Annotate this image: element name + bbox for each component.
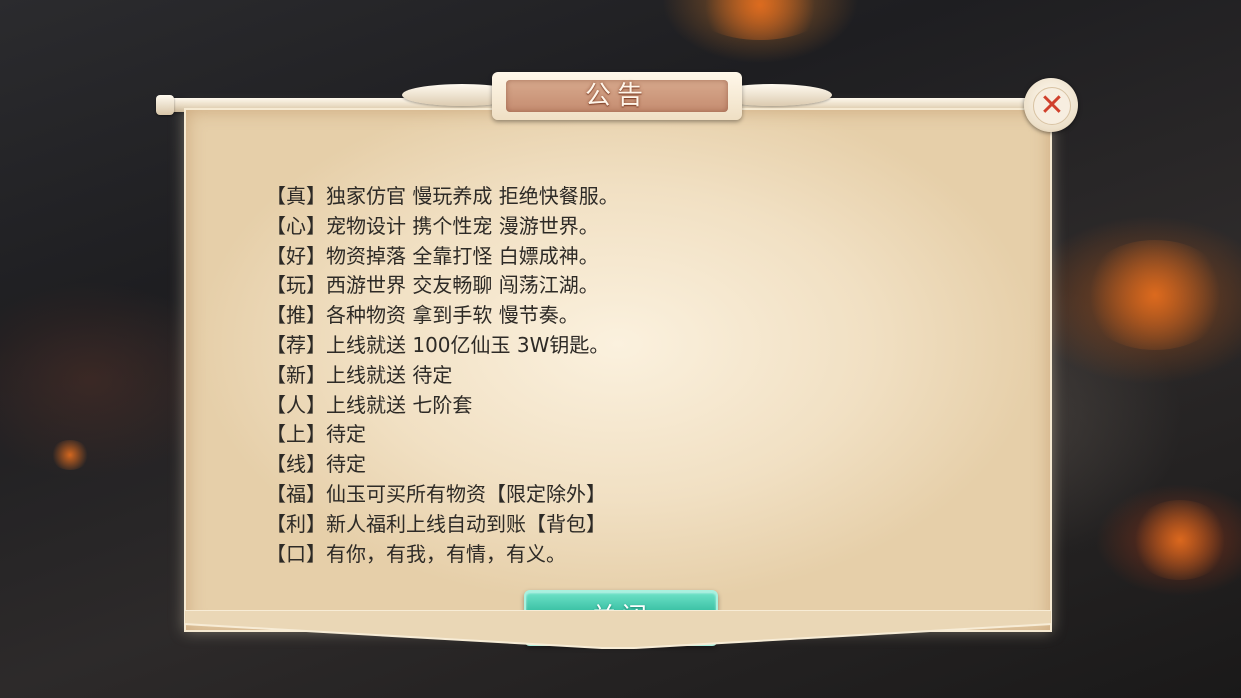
notice-line: 【新】上线就送 待定: [266, 362, 453, 387]
scroll-bottom-edge: [184, 610, 1052, 649]
notice-line: 【好】物资掉落 全靠打怪 白嫖成神。: [266, 243, 599, 268]
notice-line: 【推】各种物资 拿到手软 慢节奏。: [266, 303, 579, 328]
announcement-dialog: 【真】独家仿官 慢玩养成 拒绝快餐服。 【心】宠物设计 携个性宠 漫游世界。 【…: [156, 70, 1078, 650]
dialog-title: 公告: [584, 81, 649, 111]
notice-line: 【荐】上线就送 100亿仙玉 3W钥匙。: [266, 332, 610, 357]
scroll-rod-end-left: [156, 95, 174, 115]
game-scene-background: 【真】独家仿官 慢玩养成 拒绝快餐服。 【心】宠物设计 携个性宠 漫游世界。 【…: [0, 0, 1241, 698]
notice-line: 【真】独家仿官 慢玩养成 拒绝快餐服。: [266, 184, 619, 208]
notice-line: 【福】仙玉可买所有物资【限定除外】: [266, 481, 606, 506]
notice-line: 【利】新人福利上线自动到账【背包】: [266, 511, 606, 536]
title-frame: 公告: [492, 72, 742, 120]
close-x-button[interactable]: ✕: [1024, 78, 1078, 132]
notice-line: 【口】有你，有我，有情，有义。: [266, 541, 566, 566]
ember-glow: [690, 0, 830, 40]
notice-line: 【人】上线就送 七阶套: [266, 392, 473, 417]
ember-glow: [1080, 240, 1230, 350]
close-icon: ✕: [1033, 87, 1071, 125]
title-plaque: 公告: [402, 70, 832, 128]
notice-line: 【上】待定: [266, 422, 366, 447]
notice-line: 【心】宠物设计 携个性宠 漫游世界。: [266, 213, 599, 238]
ember-glow: [50, 440, 90, 470]
ember-glow: [1130, 500, 1230, 580]
notice-line: 【线】待定: [266, 452, 366, 477]
title-banner: 公告: [506, 80, 728, 112]
scroll-paper: 【真】独家仿官 慢玩养成 拒绝快餐服。 【心】宠物设计 携个性宠 漫游世界。 【…: [184, 108, 1052, 646]
notice-line: 【玩】西游世界 交友畅聊 闯荡江湖。: [266, 273, 599, 298]
notice-list: 【真】独家仿官 慢玩养成 拒绝快餐服。 【心】宠物设计 携个性宠 漫游世界。 【…: [266, 182, 966, 569]
